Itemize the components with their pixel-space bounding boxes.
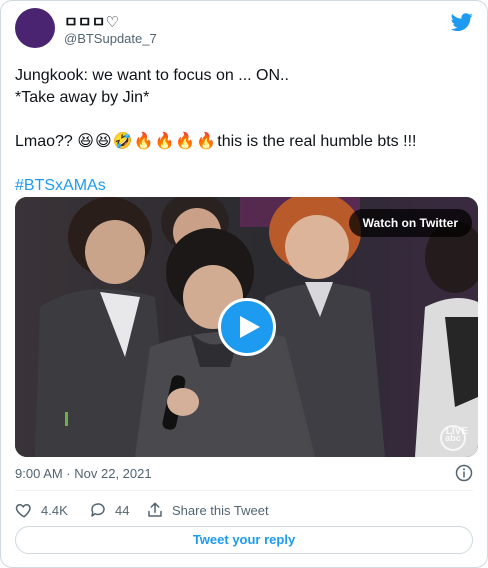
like-count: 4.4K [41,502,68,518]
tweet-line-3-prefix: Lmao?? [15,133,73,150]
tweet-card: ㅁㅁㅁ♡ @BTSupdate_7 Jungkook: we want to f… [0,0,488,568]
tweet-line-3-suffix: this is the real humble bts !!! [217,133,417,150]
hashtag-link[interactable]: #BTSxAMAs [15,177,106,194]
share-label: Share this Tweet [172,502,269,518]
heart-icon [15,503,31,518]
info-icon[interactable] [455,464,473,482]
abc-logo: abc [440,425,466,451]
avatar[interactable] [15,8,55,48]
tweet-line-3: Lmao?? 😆😆🤣🔥🔥🔥🔥this is the real humble bt… [15,131,475,153]
tweet-line-2: *Take away by Jin* [15,89,150,106]
author-display-name[interactable]: ㅁㅁㅁ♡ [64,11,119,32]
reply-action[interactable]: 44 [89,499,129,521]
divider [15,490,473,491]
share-icon [148,502,162,517]
share-action[interactable]: Share this Tweet [146,499,269,521]
twitter-bird-icon[interactable] [451,11,473,33]
author-handle[interactable]: @BTSupdate_7 [64,31,157,46]
play-icon [240,316,260,338]
emoji-row: 😆😆🤣🔥🔥🔥🔥 [77,133,218,150]
watch-on-twitter-button[interactable]: Watch on Twitter [348,209,472,237]
tweet-line-1: Jungkook: we want to focus on ... ON.. [15,67,289,84]
reply-count: 44 [115,502,130,518]
like-action[interactable]: 4.4K [15,499,68,521]
tweet-your-reply-button[interactable]: Tweet your reply [15,526,473,554]
video-player[interactable]: Watch on Twitter LIVE abc [15,197,478,457]
tweet-timestamp[interactable]: 9:00 AM · Nov 22, 2021 [15,466,152,481]
tweet-text: Jungkook: we want to focus on ... ON.. *… [15,65,475,197]
reply-bubble-icon [91,503,105,517]
play-button[interactable] [218,298,276,356]
